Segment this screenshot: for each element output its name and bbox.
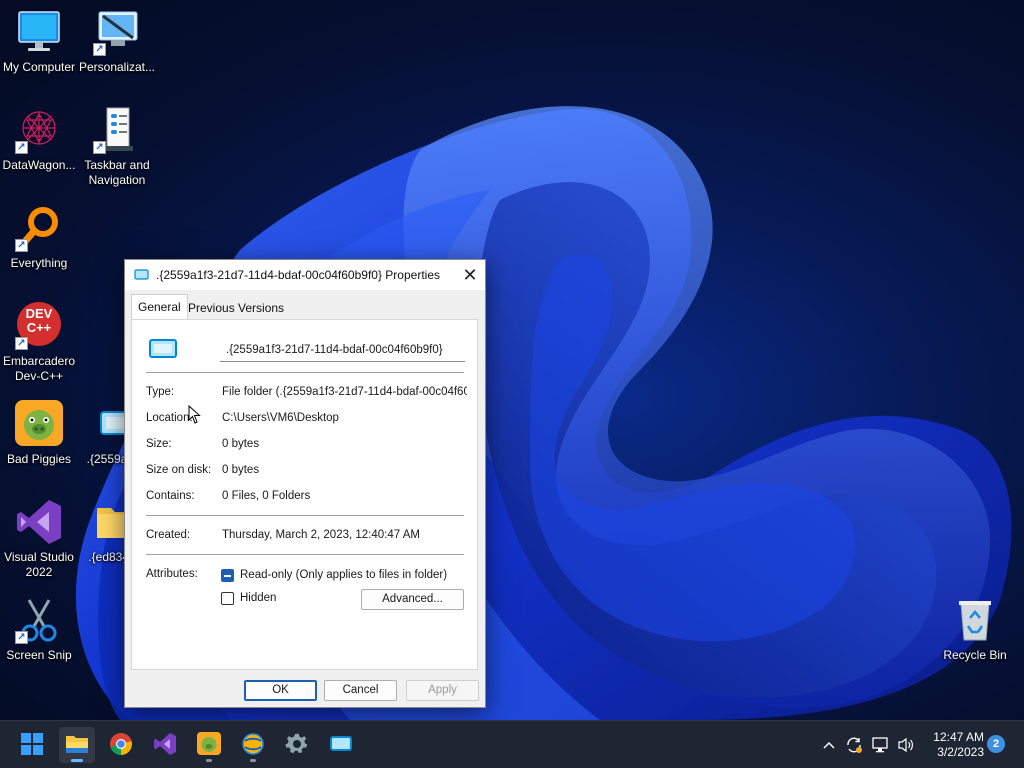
divider xyxy=(146,372,464,373)
close-button[interactable]: ✕ xyxy=(455,260,485,290)
divider xyxy=(146,554,464,555)
special-folder-icon xyxy=(148,338,178,363)
ok-button[interactable]: OK xyxy=(244,680,317,701)
attributes-label: Attributes: xyxy=(146,568,198,580)
hidden-checkbox[interactable] xyxy=(221,592,234,605)
readonly-checkbox[interactable] xyxy=(221,569,234,582)
desktop-icon-datawagon[interactable]: ↗ DataWagon... xyxy=(0,106,78,173)
bad-piggies-icon xyxy=(15,400,63,448)
running-indicator xyxy=(206,759,212,762)
start-button[interactable] xyxy=(14,727,50,763)
cancel-button[interactable]: Cancel xyxy=(324,680,397,701)
hidden-label[interactable]: Hidden xyxy=(240,592,276,604)
notification-badge[interactable]: 2 xyxy=(987,735,1005,753)
taskbar-special-folder[interactable] xyxy=(323,727,359,763)
shortcut-arrow-icon: ↗ xyxy=(15,337,28,350)
desktop-icon-devcpp[interactable]: DEV C++ ↗ Embarcadero Dev-C++ xyxy=(0,302,78,384)
visual-studio-icon xyxy=(153,732,177,759)
size-value: 0 bytes xyxy=(222,438,260,450)
taskbar-settings-icon: ↗ xyxy=(93,106,141,154)
size-on-disk-label: Size on disk: xyxy=(146,464,212,476)
shortcut-arrow-icon: ↗ xyxy=(15,141,28,154)
recycle-bin-icon xyxy=(951,596,999,644)
desktop-icon-recycle-bin[interactable]: Recycle Bin xyxy=(936,596,1014,663)
shortcut-arrow-icon: ↗ xyxy=(15,631,28,644)
contains-value: 0 Files, 0 Folders xyxy=(222,490,311,502)
contains-label: Contains: xyxy=(146,490,195,502)
devcpp-badge-text: DEV C++ xyxy=(25,306,53,335)
created-value: Thursday, March 2, 2023, 12:40:47 AM xyxy=(222,529,420,541)
type-value: File folder (.{2559a1f3-21d7-11d4-bdaf-0… xyxy=(222,386,467,398)
general-tab-panel: Type: File folder (.{2559a1f3-21d7-11d4-… xyxy=(131,319,478,670)
devcpp-icon: DEV C++ ↗ xyxy=(15,302,63,350)
desktop-icon-everything[interactable]: ↗ Everything xyxy=(0,204,78,271)
running-indicator xyxy=(250,759,256,762)
size-on-disk-value: 0 bytes xyxy=(222,464,260,476)
taskbar-chrome[interactable] xyxy=(103,727,139,763)
taskbar-globe-app[interactable] xyxy=(235,727,271,763)
properties-dialog: .{2559a1f3-21d7-11d4-bdaf-00c04f60b9f0} … xyxy=(124,259,486,708)
desktop-icon-my-computer[interactable]: My Computer xyxy=(0,8,78,75)
readonly-label[interactable]: Read-only (Only applies to files in fold… xyxy=(240,569,447,581)
clock-date: 3/2/2023 xyxy=(937,745,984,759)
sync-icon[interactable] xyxy=(845,736,863,754)
close-icon: ✕ xyxy=(462,264,478,285)
monitor-icon xyxy=(15,8,63,56)
clock-time: 12:47 AM xyxy=(933,730,984,744)
taskbar: 12:47 AM 3/2/2023 xyxy=(0,720,1024,768)
shortcut-arrow-icon: ↗ xyxy=(93,43,106,56)
taskbar-visual-studio[interactable] xyxy=(147,727,183,763)
scissors-icon: ↗ xyxy=(15,596,63,644)
advanced-button[interactable]: Advanced... xyxy=(361,589,464,610)
tab-general[interactable]: General xyxy=(131,294,188,319)
desktop-icon-personalization[interactable]: ↗ Personalizat... xyxy=(78,8,156,75)
network-icon[interactable] xyxy=(872,736,890,754)
shortcut-arrow-icon: ↗ xyxy=(93,141,106,154)
dialog-titlebar[interactable]: .{2559a1f3-21d7-11d4-bdaf-00c04f60b9f0} … xyxy=(125,260,485,290)
dialog-title: .{2559a1f3-21d7-11d4-bdaf-00c04f60b9f0} … xyxy=(156,268,440,282)
magnifier-icon: ↗ xyxy=(15,204,63,252)
shortcut-arrow-icon: ↗ xyxy=(15,239,28,252)
gear-icon xyxy=(285,732,309,759)
desktop-icon-taskbar-navigation[interactable]: ↗ Taskbar and Navigation xyxy=(78,106,156,188)
chevron-up-icon[interactable] xyxy=(820,736,838,754)
taskbar-bad-piggies[interactable] xyxy=(191,727,227,763)
datawagon-icon: ↗ xyxy=(15,106,63,154)
size-label: Size: xyxy=(146,438,172,450)
globe-icon xyxy=(241,732,265,759)
windows-logo-icon xyxy=(21,732,43,758)
divider xyxy=(146,515,464,516)
taskbar-settings[interactable] xyxy=(279,727,315,763)
desktop-icon-screen-snip[interactable]: ↗ Screen Snip xyxy=(0,596,78,663)
taskbar-file-explorer[interactable] xyxy=(59,727,95,763)
location-value: C:\Users\VM6\Desktop xyxy=(222,412,339,424)
created-label: Created: xyxy=(146,529,191,541)
bad-piggies-icon xyxy=(197,731,221,759)
tab-previous-versions[interactable]: Previous Versions xyxy=(182,296,290,319)
desktop-icon-bad-piggies[interactable]: Bad Piggies xyxy=(0,400,78,467)
desktop-icon-visual-studio[interactable]: Visual Studio 2022 xyxy=(0,498,78,580)
apply-button[interactable]: Apply xyxy=(406,680,479,701)
mouse-cursor-icon xyxy=(188,404,202,428)
location-label: Location: xyxy=(146,412,193,424)
personalization-icon: ↗ xyxy=(93,8,141,56)
type-label: Type: xyxy=(146,386,175,398)
clock[interactable]: 12:47 AM 3/2/2023 xyxy=(930,730,984,760)
folder-name-field[interactable] xyxy=(220,339,465,362)
special-folder-icon xyxy=(329,735,353,756)
chrome-icon xyxy=(109,732,133,759)
visual-studio-icon xyxy=(15,498,63,546)
special-folder-icon xyxy=(134,269,149,284)
folder-icon xyxy=(65,733,89,758)
active-indicator xyxy=(71,759,83,762)
volume-icon[interactable] xyxy=(897,736,915,754)
